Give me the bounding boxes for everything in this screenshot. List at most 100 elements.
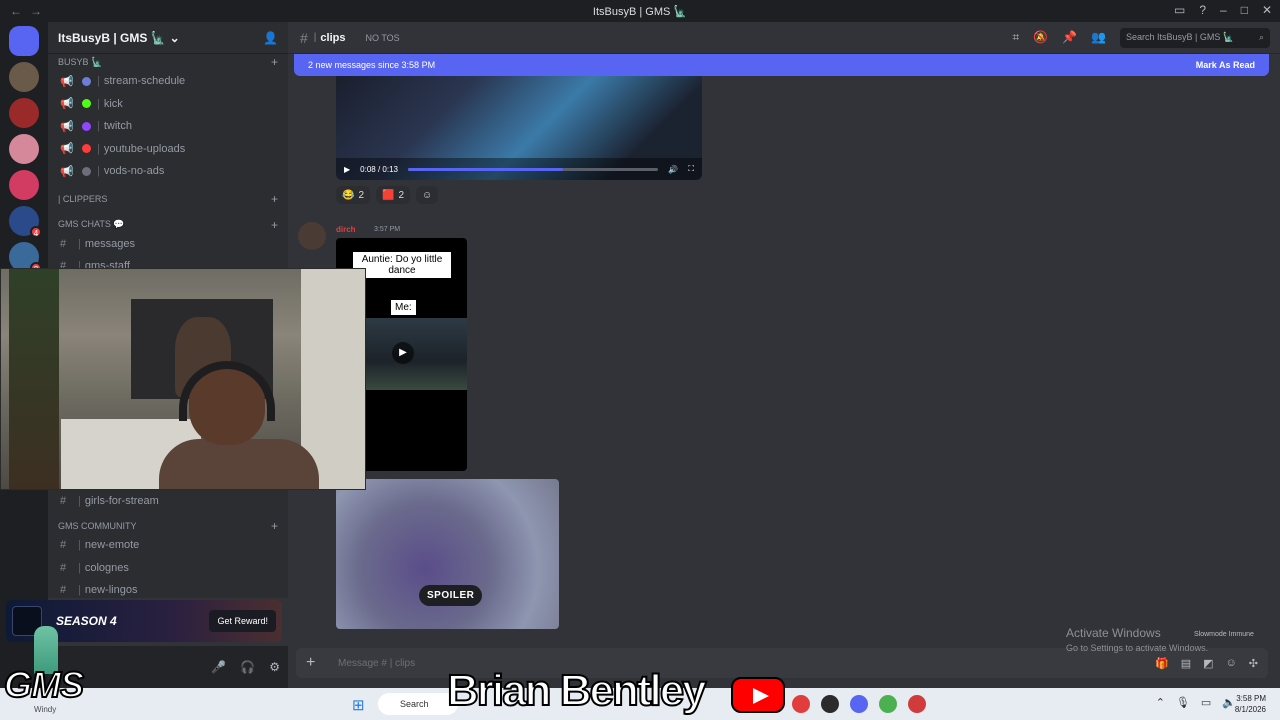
new-messages-banner[interactable]: 2 new messages since 3:58 PM Mark As Rea… <box>294 54 1269 76</box>
channel-topic: NO TOS <box>365 32 400 43</box>
category-gms-community[interactable]: GMS COMMUNITY + <box>48 518 288 534</box>
members-icon[interactable]: 👥 <box>1091 30 1106 45</box>
channel-item[interactable]: 📢 | vods-no-ads <box>48 160 288 183</box>
chevron-down-icon: ⌄ <box>169 30 180 45</box>
maximize-button[interactable]: □ <box>1241 3 1248 17</box>
spoiler-image[interactable]: SPOILER <box>336 479 559 629</box>
hash-icon: # <box>300 29 308 46</box>
channel-item[interactable]: # | new-emote <box>48 534 288 557</box>
server-icon[interactable] <box>9 134 39 164</box>
discord-app-icon[interactable] <box>850 695 868 713</box>
category-clippers[interactable]: | CLIPPERS + <box>48 191 288 207</box>
forward-arrow-icon[interactable]: → <box>30 4 42 18</box>
mute-bell-icon[interactable]: 🔕 <box>1033 30 1048 45</box>
pin-icon[interactable]: 📌 <box>1062 30 1077 45</box>
channel-item[interactable]: 📢 | stream-schedule <box>48 70 288 93</box>
clock[interactable]: 3:58 PM 8/1/2026 <box>1235 693 1266 715</box>
video-player[interactable]: ▶ 0:08 / 0:13 🔊 ⛶ <box>336 76 702 180</box>
channel-emoji-icon <box>82 99 91 109</box>
message-author[interactable]: dirch <box>336 225 356 234</box>
windows-start-icon[interactable]: ⊞ <box>352 696 365 714</box>
chevron-up-icon[interactable]: ⌃ <box>1156 696 1165 709</box>
separator: | <box>313 32 317 43</box>
category-gms-chats[interactable]: GMS CHATS 💬 + <box>48 217 288 233</box>
window-title: ItsBusyB | GMS 🗽 <box>592 5 688 18</box>
server-icon[interactable] <box>9 170 39 200</box>
server-header[interactable]: ItsBusyB | GMS 🗽 ⌄ 👤 <box>48 22 288 54</box>
volume-icon[interactable]: 🔊 <box>668 165 678 174</box>
add-channel-icon[interactable]: + <box>271 519 278 533</box>
add-member-icon[interactable]: 👤 <box>263 31 278 45</box>
threads-icon[interactable]: ⌗ <box>1012 30 1019 45</box>
discord-home-icon[interactable] <box>9 26 39 56</box>
help-icon[interactable]: ? <box>1199 3 1206 17</box>
gif-icon[interactable]: ▤ <box>1181 657 1191 670</box>
video-frame <box>366 318 467 390</box>
channel-emoji-icon <box>82 121 91 131</box>
reactions-row: 😂 2 🟥 2 ☺ <box>336 186 439 204</box>
video-progress-bar[interactable] <box>407 167 659 171</box>
avatar[interactable] <box>298 222 326 250</box>
microphone-icon[interactable]: 🎤 <box>211 660 226 674</box>
gift-icon[interactable]: 🎁 <box>1155 657 1169 670</box>
channel-emoji-icon <box>82 76 91 86</box>
sticker-icon[interactable]: ◩ <box>1203 657 1213 670</box>
server-name: ItsBusyB | GMS 🗽 <box>58 30 166 45</box>
channel-item[interactable]: # | messages <box>48 233 288 256</box>
reaction-button[interactable]: 😂 2 <box>336 186 371 204</box>
channel-item[interactable]: # | new-lingos <box>48 579 288 598</box>
channel-label: stream-schedule <box>103 75 186 88</box>
close-button[interactable]: ✕ <box>1262 3 1272 17</box>
minimize-button[interactable]: – <box>1220 3 1227 17</box>
add-channel-icon[interactable]: + <box>271 55 278 69</box>
mic-tray-icon[interactable]: 🎙 <box>1176 696 1190 709</box>
message-timestamp: 3:57 PM <box>374 226 401 233</box>
nav-arrows[interactable]: ← → <box>10 4 50 18</box>
add-attachment-icon[interactable]: + <box>306 654 322 672</box>
announcement-icon: 📢 <box>60 120 74 133</box>
channel-item[interactable]: 📢 | youtube-uploads <box>48 138 288 161</box>
emoji-icon[interactable]: ☺ <box>1226 657 1237 670</box>
inbox-icon[interactable]: ▭ <box>1174 3 1185 17</box>
announcement-icon: 📢 <box>60 75 74 88</box>
settings-gear-icon[interactable]: ⚙ <box>269 660 280 674</box>
play-icon[interactable]: ▶ <box>344 165 350 174</box>
fullscreen-icon[interactable]: ⛶ <box>688 164 694 174</box>
taskbar-search-label: Search <box>400 699 429 709</box>
add-channel-icon[interactable]: + <box>271 192 278 206</box>
channel-item[interactable]: 📢 | twitch <box>48 115 288 138</box>
channel-label: kick <box>103 97 123 110</box>
video-progress-fill <box>407 167 564 171</box>
get-reward-button[interactable]: Get Reward! <box>209 610 276 632</box>
app-icon[interactable] <box>792 695 810 713</box>
chrome-app-icon[interactable] <box>879 695 897 713</box>
channel-item[interactable]: # | girls-for-stream <box>48 490 288 513</box>
search-placeholder: Search ItsBusyB | GMS 🗽 <box>1126 32 1235 42</box>
category-label: GMS COMMUNITY <box>58 521 137 531</box>
play-icon[interactable]: ▶ <box>392 342 414 364</box>
plants <box>9 269 59 489</box>
reaction-button[interactable]: 🟥 2 <box>376 186 411 204</box>
back-arrow-icon[interactable]: ← <box>10 4 22 18</box>
clock-date: 8/1/2026 <box>1234 705 1266 714</box>
headphones-icon[interactable]: 🎧 <box>240 660 255 674</box>
channel-label: messages <box>84 237 135 250</box>
add-reaction-button[interactable]: ☺ <box>416 186 439 204</box>
search-input[interactable]: Search ItsBusyB | GMS 🗽 ⌕ <box>1120 27 1270 48</box>
channel-label: twitch <box>103 120 132 133</box>
mark-as-read-button[interactable]: Mark As Read <box>1196 60 1255 70</box>
network-icon[interactable]: ▭ <box>1201 696 1211 709</box>
server-icon[interactable] <box>9 98 39 128</box>
category-busyb[interactable]: BUSYB 🗽 + <box>48 54 288 70</box>
add-channel-icon[interactable]: + <box>271 218 278 232</box>
custom-emoji-icon: 🟥 <box>382 189 395 201</box>
announcement-icon: 📢 <box>60 143 74 156</box>
taskbar-search[interactable]: Search <box>378 693 458 715</box>
app-icon[interactable] <box>821 695 839 713</box>
app-icon[interactable] <box>908 695 926 713</box>
channel-item[interactable]: 📢 | kick <box>48 93 288 116</box>
server-icon[interactable] <box>9 62 39 92</box>
channel-item[interactable]: # | colognes <box>48 557 288 580</box>
server-icon[interactable]: 4 <box>9 206 42 238</box>
apps-icon[interactable]: ✣ <box>1249 657 1258 670</box>
